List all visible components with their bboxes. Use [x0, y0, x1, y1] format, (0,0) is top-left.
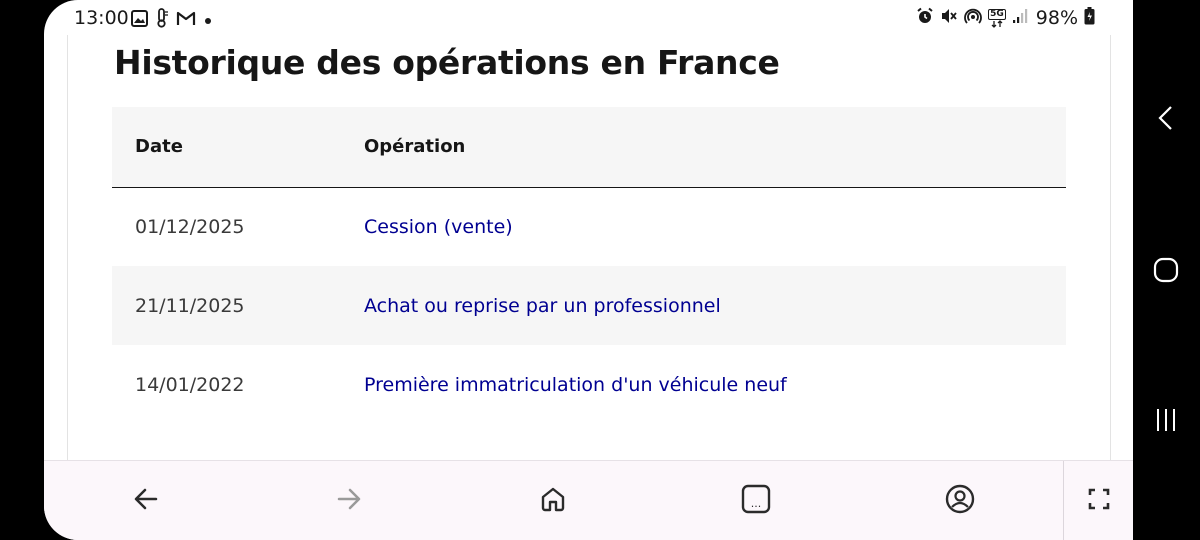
- row-operation: Première immatriculation d'un véhicule n…: [364, 373, 787, 396]
- battery-percent: 98%: [1035, 7, 1078, 29]
- hotspot-icon: [964, 7, 982, 29]
- system-navigation-bar: [1133, 0, 1200, 540]
- table-row: 21/11/2025 Achat ou reprise par un profe…: [112, 266, 1066, 345]
- fullscreen-button[interactable]: [1081, 481, 1117, 517]
- home-icon: [541, 487, 565, 512]
- table-row: 01/12/2025 Cession (vente): [112, 187, 1066, 266]
- gmail-icon: [176, 11, 196, 30]
- page-title: Historique des opérations en France: [114, 43, 780, 82]
- back-icon: [134, 488, 158, 510]
- nav-divider: [1063, 461, 1064, 540]
- operations-history-table: Date Opération 01/12/2025 Cession (vente…: [112, 107, 1066, 424]
- alarm-icon: [916, 7, 934, 29]
- thermometer-icon: [155, 8, 169, 32]
- image-icon: [131, 9, 148, 31]
- row-date: 01/12/2025: [135, 215, 245, 238]
- row-operation: Cession (vente): [364, 215, 513, 238]
- browser-home-button[interactable]: [535, 481, 571, 517]
- browser-screen: 13:00 5G 98% Historique des opérations e…: [44, 0, 1133, 540]
- column-header-date: Date: [135, 136, 183, 158]
- system-recents-icon: [1157, 409, 1175, 431]
- page-content: Historique des opérations en France Date…: [67, 35, 1111, 460]
- browser-tabs-button[interactable]: ...: [738, 481, 774, 517]
- battery-icon: [1084, 7, 1095, 29]
- system-recents-button[interactable]: [1151, 405, 1181, 435]
- system-home-button[interactable]: [1151, 255, 1181, 285]
- row-date: 14/01/2022: [135, 373, 245, 396]
- system-home-icon: [1153, 257, 1179, 283]
- tabs-icon: ...: [741, 484, 771, 514]
- row-date: 21/11/2025: [135, 294, 245, 317]
- status-bar: 13:00 5G 98%: [44, 0, 1133, 35]
- column-header-operation: Opération: [364, 136, 466, 158]
- browser-account-button[interactable]: [942, 481, 978, 517]
- row-operation: Achat ou reprise par un professionnel: [364, 294, 721, 317]
- dot-icon: [203, 11, 213, 30]
- browser-forward-button[interactable]: [331, 481, 367, 517]
- system-back-button[interactable]: [1151, 103, 1181, 133]
- tabs-count: ...: [751, 497, 762, 510]
- account-icon: [945, 484, 975, 514]
- signal-icon: [1012, 8, 1030, 28]
- browser-bottom-bar: ...: [44, 460, 1133, 540]
- system-back-icon: [1158, 106, 1172, 130]
- forward-icon: [337, 488, 361, 510]
- table-row: 14/01/2022 Première immatriculation d'un…: [112, 345, 1066, 424]
- mute-icon: [940, 7, 958, 29]
- status-time: 13:00: [74, 7, 129, 29]
- 5g-icon: 5G: [988, 8, 1006, 28]
- fullscreen-icon: [1088, 488, 1110, 510]
- browser-back-button[interactable]: [128, 481, 164, 517]
- table-header-row: Date Opération: [112, 107, 1066, 187]
